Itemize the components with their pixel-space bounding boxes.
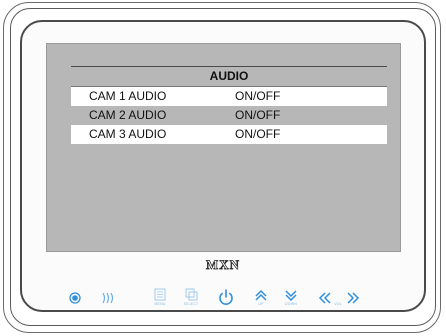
power-icon <box>219 289 233 305</box>
power-button[interactable] <box>214 286 238 310</box>
up-caption: UP <box>258 302 264 306</box>
chevron-right-icon <box>347 292 360 304</box>
ir-sensor-button[interactable] <box>63 286 87 310</box>
osd-menu: AUDIO CAM 1 AUDIO ON/OFF CAM 2 AUDIO ON/… <box>71 66 387 144</box>
select-icon <box>185 288 198 301</box>
menu-row-value: ON/OFF <box>235 127 281 141</box>
volume-up-button[interactable] <box>340 286 364 310</box>
lcd-screen: AUDIO CAM 1 AUDIO ON/OFF CAM 2 AUDIO ON/… <box>46 43 401 252</box>
select-button[interactable]: SELECT <box>179 286 203 310</box>
menu-caption: MENU <box>154 302 166 306</box>
select-caption: SELECT <box>183 302 199 306</box>
up-button[interactable]: UP <box>249 286 273 310</box>
menu-row-cam1-audio[interactable]: CAM 1 AUDIO ON/OFF <box>71 87 387 106</box>
menu-title: AUDIO <box>71 67 387 87</box>
ir-sensor-icon <box>69 292 81 304</box>
brand-logo: MXN <box>205 257 241 273</box>
chevron-up-icon <box>255 289 267 301</box>
menu-button[interactable]: MENU <box>148 286 172 310</box>
down-caption: DOWN <box>285 302 297 306</box>
signal-waves-icon <box>102 292 114 304</box>
down-button[interactable]: DOWN <box>279 286 303 310</box>
chevron-down-icon <box>285 290 297 302</box>
menu-row-value: ON/OFF <box>235 89 281 103</box>
menu-row-label: CAM 3 AUDIO <box>89 127 167 141</box>
menu-icon <box>154 288 166 301</box>
signal-button[interactable] <box>96 286 120 310</box>
menu-row-cam3-audio[interactable]: CAM 3 AUDIO ON/OFF <box>71 125 387 144</box>
menu-row-label: CAM 2 AUDIO <box>89 108 167 122</box>
menu-row-label: CAM 1 AUDIO <box>89 89 167 103</box>
menu-row-value: ON/OFF <box>235 108 281 122</box>
menu-row-cam2-audio[interactable]: CAM 2 AUDIO ON/OFF <box>71 106 387 125</box>
